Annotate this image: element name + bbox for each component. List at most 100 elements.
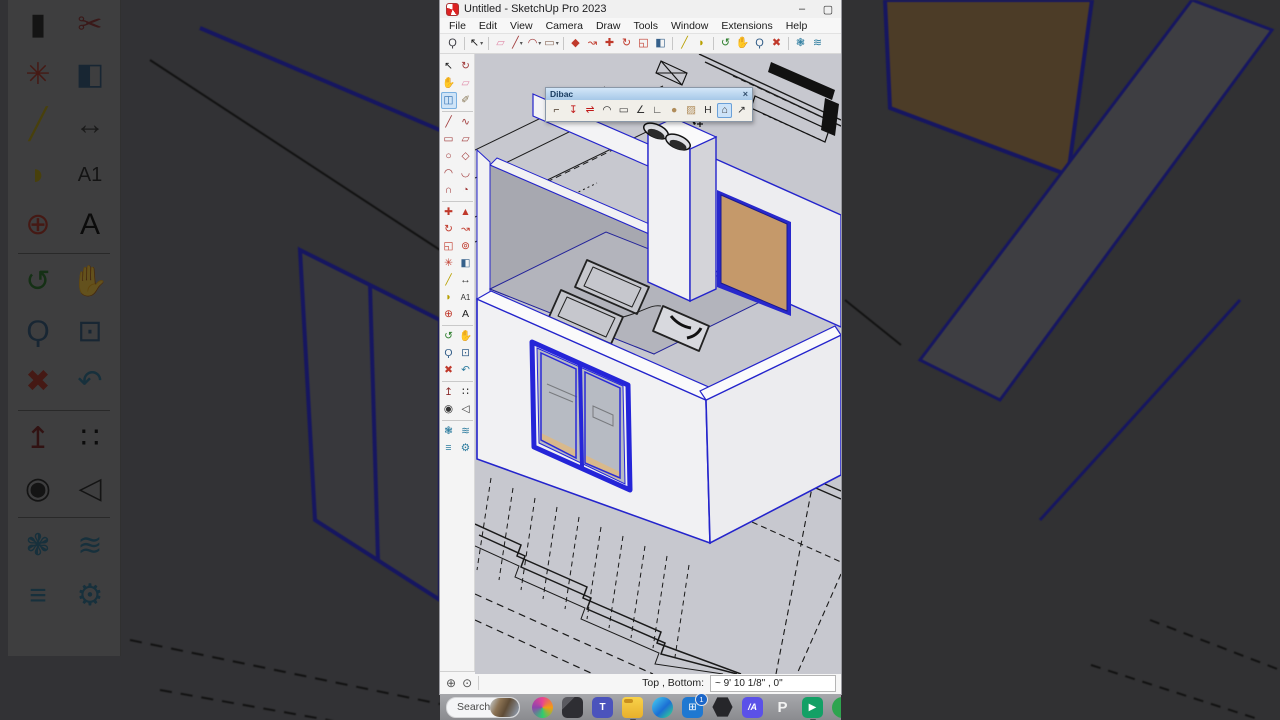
palette-push-pull-button[interactable]: ▲ bbox=[458, 204, 474, 221]
toolbar-zoom-extents-button[interactable]: ✖ bbox=[769, 36, 784, 52]
toolbar-extension-wave-button[interactable]: ≋ bbox=[810, 36, 825, 52]
toolbar-select-button[interactable]: ↖ ▾ bbox=[469, 36, 484, 52]
dibac-generate-3d-button[interactable]: ⌂ bbox=[717, 103, 733, 118]
chevron-down-icon[interactable]: ▾ bbox=[538, 41, 541, 47]
palette-orbit-button[interactable]: ↻ bbox=[458, 58, 474, 75]
dibac-angle-button[interactable]: ∠ bbox=[633, 103, 648, 118]
palette-line-button[interactable]: ╱ bbox=[441, 114, 457, 131]
taskbar-app-slash-a[interactable]: /A bbox=[742, 696, 763, 718]
taskbar-app-creative[interactable] bbox=[532, 696, 553, 718]
palette-ext-spiral-button[interactable]: ❃ bbox=[441, 423, 457, 440]
taskbar-search[interactable]: Search bbox=[446, 696, 520, 718]
toolbar-tape-measure-button[interactable]: ╱ bbox=[677, 36, 692, 52]
column-right-face[interactable] bbox=[689, 135, 717, 303]
toolbar-follow-me-button[interactable]: ↝ bbox=[585, 36, 600, 52]
palette-3d-text-button[interactable]: A bbox=[458, 306, 474, 323]
measurements-box[interactable]: ~ 9' 10 1/8" , 0" bbox=[710, 674, 836, 692]
dibac-door-swing-button[interactable]: ∟ bbox=[650, 103, 665, 118]
menu-tools[interactable]: Tools bbox=[633, 20, 658, 32]
palette-rectangle-button[interactable]: ▭ bbox=[441, 131, 457, 148]
taskbar-app-edge[interactable] bbox=[652, 696, 673, 718]
chevron-down-icon[interactable]: ▾ bbox=[556, 41, 559, 47]
menu-view[interactable]: View bbox=[510, 20, 533, 32]
taskbar-app-unity-hub[interactable] bbox=[712, 697, 733, 717]
taskbar-app-store[interactable]: ⊞ 1 bbox=[682, 694, 708, 718]
palette-zoom-extents-button[interactable]: ✖ bbox=[441, 362, 457, 379]
dibac-insert-wall-button[interactable]: ↧ bbox=[566, 103, 581, 118]
toolbar-rotate-button[interactable]: ↻ bbox=[619, 36, 634, 52]
toolbar-pan-button[interactable]: ✋ bbox=[735, 36, 750, 52]
palette-offset-button[interactable]: ⊚ bbox=[458, 238, 474, 255]
palette-orbit-2-button[interactable]: ↺ bbox=[441, 328, 457, 345]
search-daily-image[interactable] bbox=[490, 697, 519, 717]
palette-text-button[interactable]: A1 bbox=[458, 289, 474, 306]
palette-position-camera-button[interactable]: ↥ bbox=[441, 384, 457, 401]
toolbar-search-button[interactable]: Ϙ bbox=[445, 36, 460, 52]
toolbar-move-button[interactable]: ✚ bbox=[602, 36, 617, 52]
dibac-titlebar[interactable]: Dibac × bbox=[546, 88, 752, 100]
palette-ext-wave-button[interactable]: ≋ bbox=[458, 423, 474, 440]
dibac-export-2d-button[interactable]: ↗ bbox=[734, 103, 749, 118]
toolbar-push-pull-button[interactable]: ◆ bbox=[568, 36, 583, 52]
toolbar-arc-button[interactable]: ◠ ▾ bbox=[527, 36, 542, 52]
palette-pie-button[interactable]: ◔ bbox=[458, 182, 474, 199]
toolbar-orbit-button[interactable]: ↺ bbox=[718, 36, 733, 52]
dibac-wall-segment-button[interactable]: ▭ bbox=[616, 103, 631, 118]
toolbar-line-button[interactable]: ╱ ▾ bbox=[510, 36, 525, 52]
palette-axes-cross-button[interactable]: ⊕ bbox=[441, 306, 457, 323]
dibac-arc-door-button[interactable]: ◠ bbox=[599, 103, 614, 118]
palette-arc-button[interactable]: ◠ bbox=[441, 165, 457, 182]
taskbar-app-teams[interactable]: T bbox=[592, 696, 613, 718]
maximize-button[interactable]: ▢ bbox=[815, 0, 841, 18]
palette-tape-measure-button[interactable]: ╱ bbox=[441, 272, 457, 289]
palette-paint-bucket-button[interactable]: ◧ bbox=[458, 255, 474, 272]
menu-extensions[interactable]: Extensions bbox=[721, 20, 772, 32]
palette-move-button[interactable]: ✚ bbox=[441, 204, 457, 221]
model-canvas[interactable] bbox=[475, 54, 841, 674]
menu-camera[interactable]: Camera bbox=[546, 20, 583, 32]
menu-draw[interactable]: Draw bbox=[596, 20, 621, 32]
geolocation-icon[interactable]: ⊕ bbox=[446, 676, 456, 690]
taskbar-app-p[interactable]: P bbox=[772, 697, 793, 718]
toolbar-rectangle-button[interactable]: ▭ ▾ bbox=[544, 36, 559, 52]
taskbar-app-explorer[interactable] bbox=[622, 696, 643, 720]
dibac-wall-button[interactable]: ⌐ bbox=[549, 103, 564, 118]
palette-zoom-window-button[interactable]: ⊡ bbox=[458, 345, 474, 362]
palette-ext-gear-button[interactable]: ⚙ bbox=[458, 440, 474, 457]
menu-file[interactable]: File bbox=[449, 20, 466, 32]
dibac-stairs-button[interactable]: ▨ bbox=[684, 103, 699, 118]
palette-rotate-button[interactable]: ↻ bbox=[441, 221, 457, 238]
palette-previous-button[interactable]: ↶ bbox=[458, 362, 474, 379]
palette-marker-button[interactable]: ✐ bbox=[458, 92, 474, 109]
chevron-down-icon[interactable]: ▾ bbox=[520, 41, 523, 47]
palette-walk-button[interactable]: ∷ bbox=[458, 384, 474, 401]
taskbar-app-snip[interactable] bbox=[562, 696, 583, 718]
toolbar-scale-button[interactable]: ◱ bbox=[636, 36, 651, 52]
toolbar-paint-bucket-button[interactable]: ◧ bbox=[653, 36, 668, 52]
chevron-down-icon[interactable]: ▾ bbox=[480, 41, 483, 47]
palette-section-button[interactable]: ◁ bbox=[458, 401, 474, 418]
palette-look-around-button[interactable]: ◉ bbox=[441, 401, 457, 418]
palette-select-button[interactable]: ↖ bbox=[441, 58, 457, 75]
palette-circle-button[interactable]: ○ bbox=[441, 148, 457, 165]
dibac-toolbar[interactable]: Dibac × ⌐ ↧ ⇌ ◠ ▭ ∠ ∟ ● ▨ H ⌂ ↗ bbox=[545, 87, 753, 122]
palette-follow-me-button[interactable]: ↝ bbox=[458, 221, 474, 238]
palette-three-point-arc-button[interactable]: ∩ bbox=[441, 182, 457, 199]
taskbar-app-partial[interactable] bbox=[832, 696, 841, 718]
palette-eraser-button[interactable]: ▱ bbox=[458, 75, 474, 92]
titlebar[interactable]: Untitled - SketchUp Pro 2023 – ▢ bbox=[440, 0, 841, 18]
dibac-close-icon[interactable]: × bbox=[743, 89, 748, 99]
palette-pan-button[interactable]: ✋ bbox=[441, 75, 457, 92]
column-left-face[interactable] bbox=[647, 128, 691, 303]
palette-axes-button[interactable]: ✳ bbox=[441, 255, 457, 272]
credits-icon[interactable]: ⊙ bbox=[462, 676, 472, 690]
toolbar-zoom-button[interactable]: Ϙ bbox=[752, 36, 767, 52]
menu-help[interactable]: Help bbox=[786, 20, 808, 32]
toolbar-eraser-button[interactable]: ▱ bbox=[493, 36, 508, 52]
palette-scale-button[interactable]: ◱ bbox=[441, 238, 457, 255]
palette-freehand-button[interactable]: ∿ bbox=[458, 114, 474, 131]
toolbar-extension-spiral-button[interactable]: ❃ bbox=[793, 36, 808, 52]
palette-rotated-rectangle-button[interactable]: ▱ bbox=[458, 131, 474, 148]
palette-protractor-button[interactable]: ◗ bbox=[441, 289, 457, 306]
palette-polygon-button[interactable]: ◇ bbox=[458, 148, 474, 165]
